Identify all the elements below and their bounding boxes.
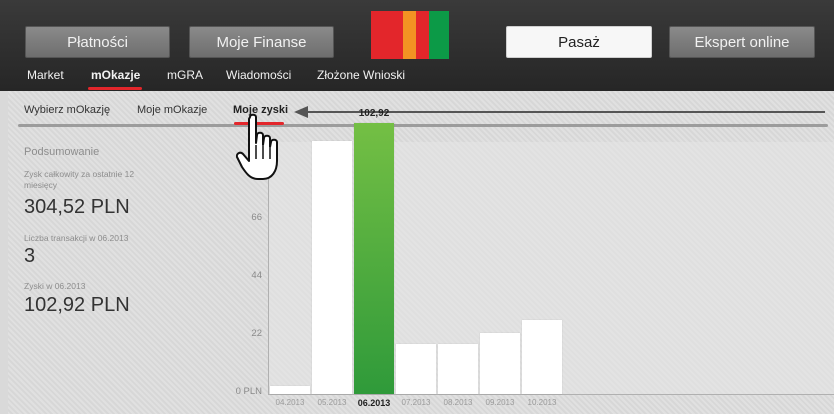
tab-moje-mokazje[interactable]: Moje mOkazje bbox=[137, 104, 207, 116]
tab-wybierz-mokazje[interactable]: Wybierz mOkazję bbox=[24, 104, 110, 116]
x-tick-label: 09.2013 bbox=[485, 398, 515, 407]
month-profit-value: 102,92 PLN bbox=[24, 294, 130, 316]
total-profit-value: 304,52 PLN bbox=[24, 196, 130, 218]
y-tick-label: 66 bbox=[251, 212, 262, 223]
chart-bar-06.2013[interactable] bbox=[354, 122, 394, 394]
platnosci-button[interactable]: Płatności bbox=[25, 26, 170, 58]
subnav-divider bbox=[18, 124, 828, 127]
transaction-count-value: 3 bbox=[24, 245, 36, 267]
chart-bar-04.2013[interactable] bbox=[270, 386, 310, 394]
nav-item-mgra[interactable]: mGRA bbox=[167, 68, 203, 82]
summary-title: Podsumowanie bbox=[24, 146, 100, 158]
bank-logo bbox=[371, 11, 449, 59]
transaction-count-label: Liczba transakcji w 06.2013 bbox=[24, 233, 129, 243]
nav-item-mokazje[interactable]: mOkazje bbox=[91, 68, 140, 82]
chart-bar-09.2013[interactable] bbox=[480, 333, 520, 394]
x-tick-label: 08.2013 bbox=[443, 398, 473, 407]
chart-bar-07.2013[interactable] bbox=[396, 343, 436, 394]
month-profit-label: Zyski w 06.2013 bbox=[24, 281, 86, 291]
pasaz-button[interactable]: Pasaż bbox=[506, 26, 652, 58]
total-profit-label: Zysk całkowity za ostatnie 12 miesięcy bbox=[24, 169, 135, 190]
ekspert-online-button[interactable]: Ekspert online bbox=[669, 26, 815, 58]
annotation-arrow-icon bbox=[294, 106, 308, 118]
x-tick-label: 05.2013 bbox=[317, 398, 347, 407]
y-tick-label: 22 bbox=[251, 328, 262, 339]
nav-active-indicator bbox=[88, 87, 142, 90]
bar-value-label: 102,92 bbox=[358, 107, 390, 119]
x-tick-label: 04.2013 bbox=[275, 398, 305, 407]
nav-item-zlozone-wnioski[interactable]: Złożone Wnioski bbox=[317, 68, 405, 82]
chart-bar-10.2013[interactable] bbox=[522, 320, 562, 394]
moje-finanse-button[interactable]: Moje Finanse bbox=[189, 26, 334, 58]
x-tick-label: 06.2013 bbox=[357, 398, 391, 408]
x-tick-label: 07.2013 bbox=[401, 398, 431, 407]
nav-item-wiadomosci[interactable]: Wiadomości bbox=[226, 68, 291, 82]
y-tick-label: 0 PLN bbox=[235, 386, 262, 397]
chart-bar-08.2013[interactable] bbox=[438, 343, 478, 394]
hand-pointer-icon bbox=[236, 113, 278, 180]
y-tick-label: 44 bbox=[251, 270, 262, 281]
nav-item-market[interactable]: Market bbox=[27, 68, 64, 82]
chart-bar-05.2013[interactable] bbox=[312, 140, 352, 394]
x-tick-label: 10.2013 bbox=[527, 398, 557, 407]
